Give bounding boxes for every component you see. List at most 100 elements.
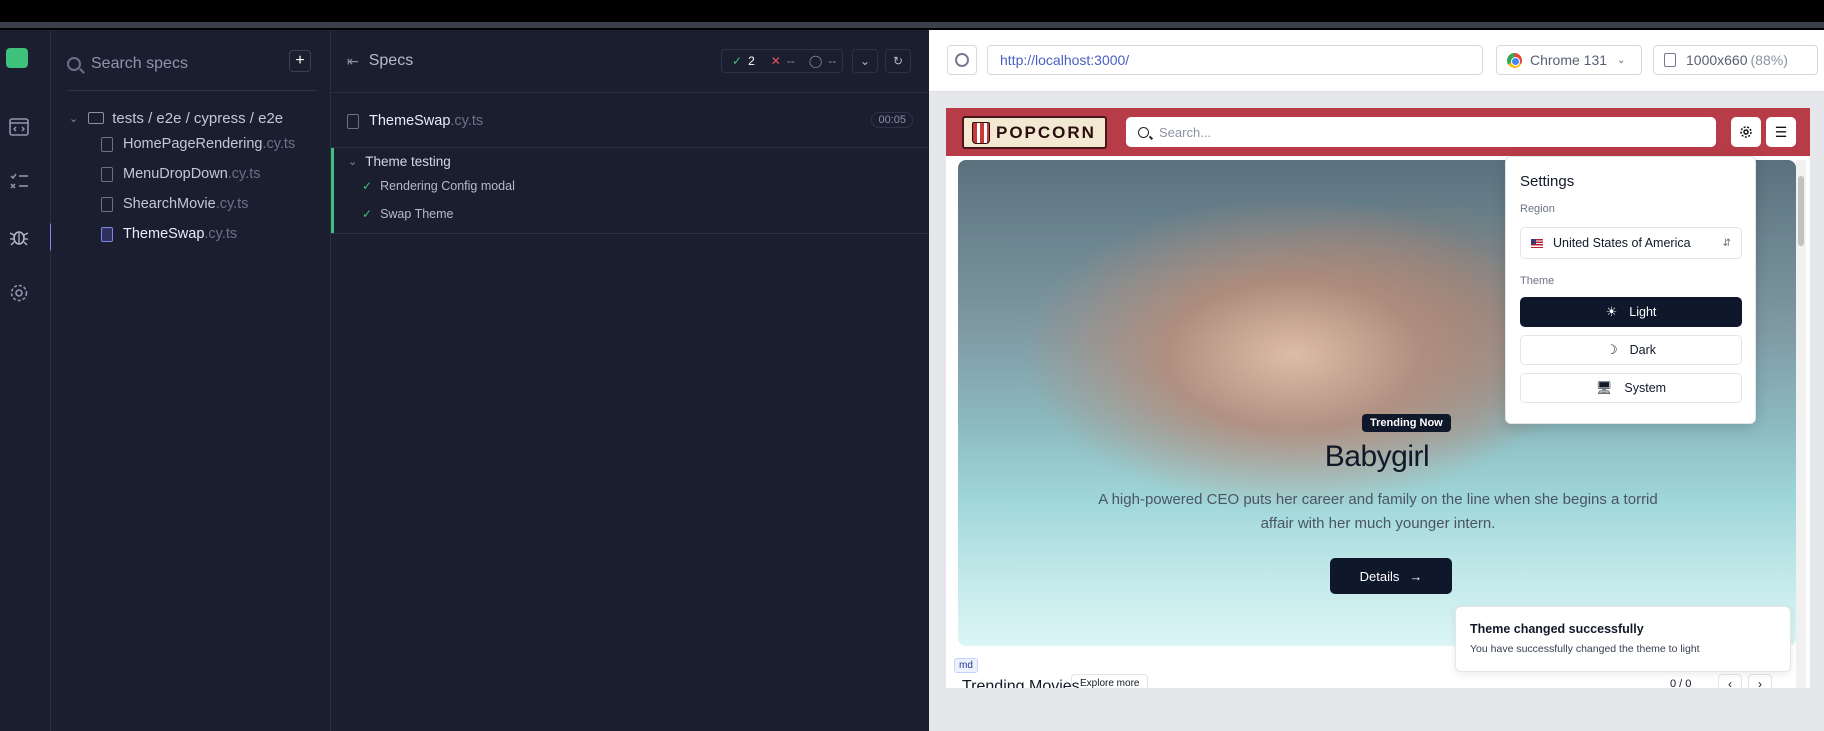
region-label: Region: [1520, 203, 1555, 215]
spec-file-item[interactable]: ShearchMovie .cy.ts: [101, 193, 248, 215]
divider: [331, 92, 929, 93]
spec-file-name: HomePageRendering: [123, 136, 263, 152]
spec-file-ext: .cy.ts: [227, 166, 261, 182]
test-title: Swap Theme: [380, 207, 454, 221]
settings-title: Settings: [1520, 173, 1575, 190]
test-item[interactable]: ✓ Swap Theme: [362, 207, 453, 221]
collapse-left-icon: ⇤: [347, 52, 359, 69]
moon-icon: ☽: [1605, 342, 1618, 357]
selector-playground-button[interactable]: [947, 45, 977, 75]
pending-count: --: [828, 54, 837, 68]
gear-icon: [1740, 126, 1752, 138]
settings-button[interactable]: [1731, 117, 1761, 147]
menu-button[interactable]: ☰: [1766, 117, 1796, 147]
pass-check-icon: ✓: [362, 179, 373, 193]
reporter-panel: ⇤ Specs ✓ 2 ✕ -- ◯ -- ⌄ ↻ ThemeSwap .cy.ts 0…: [331, 30, 929, 731]
viewport-size: 1000x660: [1686, 52, 1748, 68]
specs-toggle[interactable]: ⇤ Specs: [347, 50, 413, 72]
details-button[interactable]: Details →: [1330, 558, 1452, 594]
app-search-placeholder: Search...: [1159, 124, 1212, 140]
passed-check-icon: ✓: [732, 54, 743, 68]
test-suite: ⌄ Theme testing ✓ Rendering Config modal…: [331, 148, 929, 234]
popcorn-bucket-icon: [972, 121, 990, 144]
spec-file-name: ShearchMovie: [123, 196, 216, 212]
spec-search-input[interactable]: Search specs: [67, 50, 317, 78]
next-button[interactable]: ›: [1748, 674, 1772, 688]
theme-dark-button[interactable]: ☽ Dark: [1520, 335, 1742, 365]
spec-file-ext: .cy.ts: [262, 136, 296, 152]
app-scrollbar[interactable]: [1796, 160, 1806, 688]
prev-button[interactable]: ‹: [1718, 674, 1742, 688]
hero-title: Babygirl: [1324, 440, 1430, 473]
rerun-button[interactable]: ↻: [885, 49, 911, 73]
theme-system-button[interactable]: 🖥 System: [1520, 373, 1742, 403]
folder-path: tests / e2e / cypress / e2e: [112, 109, 284, 127]
arrow-right-icon: →: [1409, 568, 1423, 584]
region-value: United States of America: [1553, 236, 1691, 250]
window-top-stripe: [0, 22, 1824, 28]
pending-icon: ◯: [808, 54, 823, 68]
region-select[interactable]: United States of America ⇵: [1520, 227, 1742, 259]
chevron-down-button[interactable]: ⌄: [852, 49, 878, 73]
new-spec-button[interactable]: +: [289, 50, 311, 72]
spec-file-name: MenuDropDown: [123, 166, 228, 182]
file-icon: [101, 136, 113, 152]
debug-bug-icon[interactable]: [8, 226, 30, 248]
browser-selector[interactable]: Chrome 131 ⌄: [1496, 45, 1642, 75]
settings-gear-icon[interactable]: [8, 282, 30, 304]
window-top-bar: [0, 0, 1824, 30]
divider: [331, 233, 929, 234]
cypress-logo-icon[interactable]: [6, 48, 28, 68]
app-under-test: POPCORN Search... ☰ Trending Now Babygir…: [946, 108, 1810, 688]
spec-duration: 00:05: [871, 112, 913, 128]
passed-count: 2: [748, 54, 755, 68]
spec-file-name: ThemeSwap: [123, 226, 205, 242]
chevron-left-icon: ‹: [1728, 677, 1732, 688]
file-icon: [101, 196, 113, 212]
chevron-right-icon: ›: [1758, 677, 1762, 688]
crosshair-icon: [955, 53, 969, 67]
toast-message: You have successfully changed the theme …: [1470, 643, 1700, 655]
spec-folder[interactable]: ⌄ tests / e2e / cypress / e2e: [69, 106, 283, 130]
search-icon: [1138, 126, 1149, 138]
test-stats: ✓ 2 ✕ -- ◯ --: [721, 49, 843, 73]
trending-badge: Trending Now: [1362, 414, 1451, 432]
search-icon: [67, 57, 81, 71]
divider: [67, 90, 317, 91]
spec-file-item[interactable]: HomePageRendering .cy.ts: [101, 133, 295, 155]
runs-icon[interactable]: [8, 116, 30, 138]
viewport-icon: [1664, 53, 1676, 67]
monitor-icon: 🖥: [1595, 380, 1613, 395]
theme-option-label: System: [1624, 381, 1667, 395]
scrollbar-thumb[interactable]: [1798, 176, 1804, 246]
toast-title: Theme changed successfully: [1470, 622, 1644, 636]
section-title: Trending Movies: [962, 678, 1080, 688]
file-icon: [101, 226, 113, 242]
details-label: Details: [1359, 568, 1400, 584]
us-flag-icon: [1531, 238, 1543, 248]
theme-label: Theme: [1520, 275, 1555, 287]
file-icon: [101, 166, 113, 182]
popcorn-logo[interactable]: POPCORN: [962, 116, 1107, 149]
suite-header[interactable]: ⌄ Theme testing: [348, 154, 451, 169]
spec-file-item[interactable]: MenuDropDown .cy.ts: [101, 163, 261, 185]
url-bar[interactable]: http://localhost:3000/: [987, 45, 1483, 75]
viewport-info[interactable]: 1000x660 (88%): [1653, 45, 1818, 75]
sun-icon: ☀: [1605, 304, 1618, 319]
running-spec-ext: .cy.ts: [450, 113, 484, 129]
reporter-title: Specs: [368, 52, 414, 69]
app-search-input[interactable]: Search...: [1126, 117, 1716, 147]
file-icon: [347, 113, 359, 129]
failed-x-icon: ✕: [770, 54, 781, 68]
specs-list-icon[interactable]: [8, 171, 30, 193]
breakpoint-badge: md: [954, 658, 978, 673]
explore-more-button[interactable]: Explore more: [1071, 674, 1149, 688]
hamburger-menu-icon: ☰: [1774, 123, 1788, 140]
icon-rail: [0, 30, 54, 731]
browser-name: Chrome 131: [1530, 52, 1608, 68]
theme-light-button[interactable]: ☀ Light: [1520, 297, 1742, 327]
spec-file-item-active[interactable]: ThemeSwap .cy.ts: [101, 223, 237, 245]
test-item[interactable]: ✓ Rendering Config modal: [362, 179, 515, 193]
theme-option-label: Dark: [1629, 343, 1657, 357]
browser-toolbar: http://localhost:3000/ Chrome 131 ⌄ 1000…: [929, 30, 1824, 92]
